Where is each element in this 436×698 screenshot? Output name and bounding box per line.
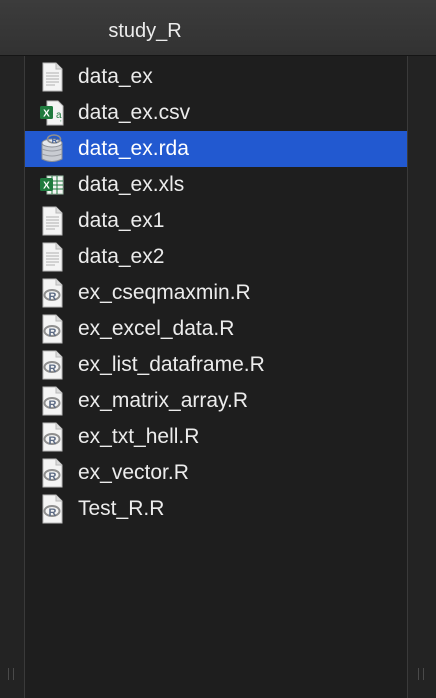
file-row[interactable]: data_ex (25, 59, 407, 95)
file-row[interactable]: a, X data_ex.csv (25, 95, 407, 131)
r-script-icon: R (39, 314, 65, 344)
file-list: data_ex a, Xdata_ex.csv Rdata_ex.rda Xdata_e… (25, 59, 407, 527)
file-name: data_ex1 (78, 209, 165, 232)
file-row[interactable]: Rex_vector.R (25, 455, 407, 491)
r-script-icon: R (39, 458, 65, 488)
r-script-icon: R (39, 494, 65, 524)
column-resize-handle[interactable] (418, 668, 424, 680)
file-name: data_ex.csv (78, 101, 191, 124)
text-file-icon (39, 206, 65, 236)
file-name: ex_vector.R (78, 461, 189, 484)
file-row[interactable]: Rex_list_dataframe.R (25, 347, 407, 383)
previous-column[interactable] (0, 56, 25, 698)
excel-csv-icon: a,X (39, 98, 65, 128)
file-column: data_ex a, Xdata_ex.csv Rdata_ex.rda Xdata_e… (25, 56, 407, 698)
text-file-icon (39, 242, 65, 272)
r-script-icon: R (39, 386, 65, 416)
file-row[interactable]: Rex_txt_hell.R (25, 419, 407, 455)
file-row[interactable]: data_ex2 (25, 239, 407, 275)
next-column[interactable] (407, 56, 436, 698)
file-row[interactable]: Rex_cseqmaxmin.R (25, 275, 407, 311)
rda-data-icon: R (39, 134, 65, 164)
column-resize-handle[interactable] (8, 668, 14, 680)
svg-text:R: R (49, 399, 57, 411)
r-script-icon: R (39, 278, 65, 308)
folder-title: study_R (108, 20, 182, 42)
svg-text:R: R (49, 471, 57, 483)
file-row[interactable]: R Test_R.R (25, 491, 407, 527)
file-name: data_ex.rda (78, 137, 189, 160)
file-name: data_ex (78, 65, 153, 88)
file-row[interactable]: Xdata_ex.xls (25, 167, 407, 203)
column-header: study_R (0, 0, 436, 56)
svg-text:R: R (49, 363, 57, 375)
svg-text:X: X (43, 181, 50, 192)
file-row[interactable]: Rex_matrix_array.R (25, 383, 407, 419)
r-script-icon: R (39, 350, 65, 380)
file-name: ex_excel_data.R (78, 317, 235, 340)
text-file-icon (39, 62, 65, 92)
svg-text:R: R (49, 291, 57, 303)
file-name: data_ex.xls (78, 173, 185, 196)
r-script-icon: R (39, 422, 65, 452)
svg-text:R: R (49, 327, 57, 339)
file-name: ex_txt_hell.R (78, 425, 200, 448)
file-name: ex_list_dataframe.R (78, 353, 265, 376)
excel-xls-icon: X (39, 170, 65, 200)
file-row[interactable]: Rex_excel_data.R (25, 311, 407, 347)
svg-text:R: R (49, 507, 57, 519)
file-row[interactable]: data_ex1 (25, 203, 407, 239)
file-name: ex_cseqmaxmin.R (78, 281, 251, 304)
svg-text:R: R (49, 435, 57, 447)
file-name: ex_matrix_array.R (78, 389, 248, 412)
svg-text:R: R (52, 136, 58, 145)
svg-text:X: X (43, 109, 50, 120)
file-name: data_ex2 (78, 245, 165, 268)
file-row[interactable]: Rdata_ex.rda (25, 131, 407, 167)
file-name: Test_R.R (78, 497, 165, 520)
